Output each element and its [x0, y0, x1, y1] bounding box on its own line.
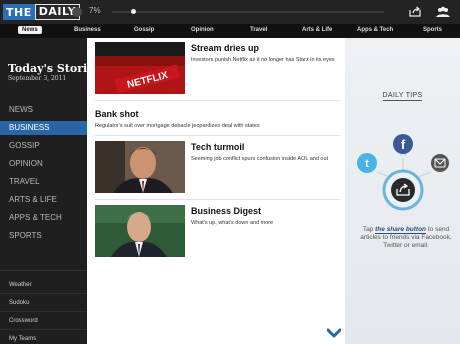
- sidebar-item-travel[interactable]: TRAVEL: [0, 175, 87, 189]
- sidebar-item-sports[interactable]: SPORTS: [0, 229, 87, 243]
- story-headline[interactable]: Bank shot: [95, 109, 139, 119]
- daily-tips-panel: DAILY TIPS f t Tap the share button to s…: [345, 38, 460, 344]
- story-item[interactable]: Business Digest What's up, what's down a…: [95, 205, 340, 259]
- story-item[interactable]: NETFLIX Stream dries up Investors punish…: [95, 42, 340, 96]
- share-button-link[interactable]: the share button: [375, 226, 427, 234]
- story-item[interactable]: Bank shot Regulator's suit over mortgage…: [95, 108, 340, 132]
- story-thumbnail-netflix: NETFLIX: [95, 42, 185, 94]
- progress-percent: 7%: [89, 6, 101, 15]
- sidebar-util-sudoku[interactable]: Sudoku: [0, 294, 87, 312]
- story-thumbnail-portrait: [95, 205, 185, 257]
- sidebar-item-business[interactable]: BUSINESS: [0, 121, 92, 135]
- share-icon: [382, 169, 424, 211]
- facebook-icon: f: [393, 134, 413, 154]
- logo-the: THE: [3, 4, 35, 20]
- story-divider: [95, 135, 340, 136]
- tab-arts-life[interactable]: Arts & Life: [302, 27, 332, 33]
- top-bar: THE DAILY 7%: [0, 0, 460, 24]
- svg-text:t: t: [365, 158, 369, 170]
- story-item[interactable]: Tech turmoil Seeming job conflict spurs …: [95, 141, 340, 195]
- story-dek: Seeming job conflict spurs confusion ins…: [191, 156, 329, 162]
- progress-knob[interactable]: [131, 9, 137, 14]
- tab-apps-tech[interactable]: Apps & Tech: [357, 27, 393, 33]
- tab-travel[interactable]: Travel: [250, 27, 267, 33]
- share-diagram: f t: [357, 134, 449, 211]
- sidebar-divider: [0, 270, 87, 271]
- email-icon: [431, 154, 449, 172]
- the-daily-logo[interactable]: THE DAILY: [3, 4, 81, 20]
- sidebar-item-news[interactable]: NEWS: [0, 103, 87, 117]
- sidebar-item-apps-tech[interactable]: APPS & TECH: [0, 211, 87, 225]
- svg-text:f: f: [401, 137, 406, 152]
- story-headline[interactable]: Tech turmoil: [191, 142, 244, 152]
- share-icon[interactable]: [409, 6, 421, 17]
- sidebar-item-arts-life[interactable]: ARTS & LIFE: [0, 193, 87, 207]
- story-headline[interactable]: Business Digest: [191, 206, 261, 216]
- tab-gossip[interactable]: Gossip: [134, 27, 154, 33]
- sidebar-date: September 3, 2011: [8, 75, 67, 82]
- sidebar-util-weather[interactable]: Weather: [0, 276, 87, 294]
- issue-progress-scrubber[interactable]: [112, 9, 384, 14]
- sidebar-item-opinion[interactable]: OPINION: [0, 157, 87, 171]
- story-divider: [95, 199, 340, 200]
- audio-toggle-button[interactable]: [72, 7, 82, 17]
- story-thumbnail-portrait: [95, 141, 185, 193]
- tab-opinion[interactable]: Opinion: [191, 27, 214, 33]
- sidebar: Today's Stories September 3, 2011 NEWS B…: [0, 38, 100, 344]
- people-icon[interactable]: [436, 6, 450, 17]
- tab-news[interactable]: News: [18, 26, 42, 34]
- sidebar-util-crossword[interactable]: Crossword: [0, 312, 87, 330]
- daily-tips-text: Tap the share button to send articles to…: [360, 226, 452, 249]
- story-list: NETFLIX Stream dries up Investors punish…: [87, 38, 345, 344]
- tab-business[interactable]: Business: [74, 27, 101, 33]
- daily-tips-title: DAILY TIPS: [382, 92, 423, 101]
- twitter-icon: t: [357, 153, 377, 173]
- story-dek: Investors punish Netflix as it no longer…: [191, 57, 335, 63]
- sidebar-item-gossip[interactable]: GOSSIP: [0, 139, 87, 153]
- sidebar-util-my-teams[interactable]: My Teams: [0, 330, 87, 344]
- tab-sports[interactable]: Sports: [423, 27, 442, 33]
- chevron-down-icon[interactable]: [327, 328, 341, 338]
- story-dek: Regulator's suit over mortgage debacle j…: [95, 123, 260, 129]
- story-dek: What's up, what's down and more: [191, 220, 274, 226]
- story-divider: [95, 100, 340, 101]
- story-headline[interactable]: Stream dries up: [191, 43, 259, 53]
- section-nav: News Business Gossip Opinion Travel Arts…: [0, 24, 460, 38]
